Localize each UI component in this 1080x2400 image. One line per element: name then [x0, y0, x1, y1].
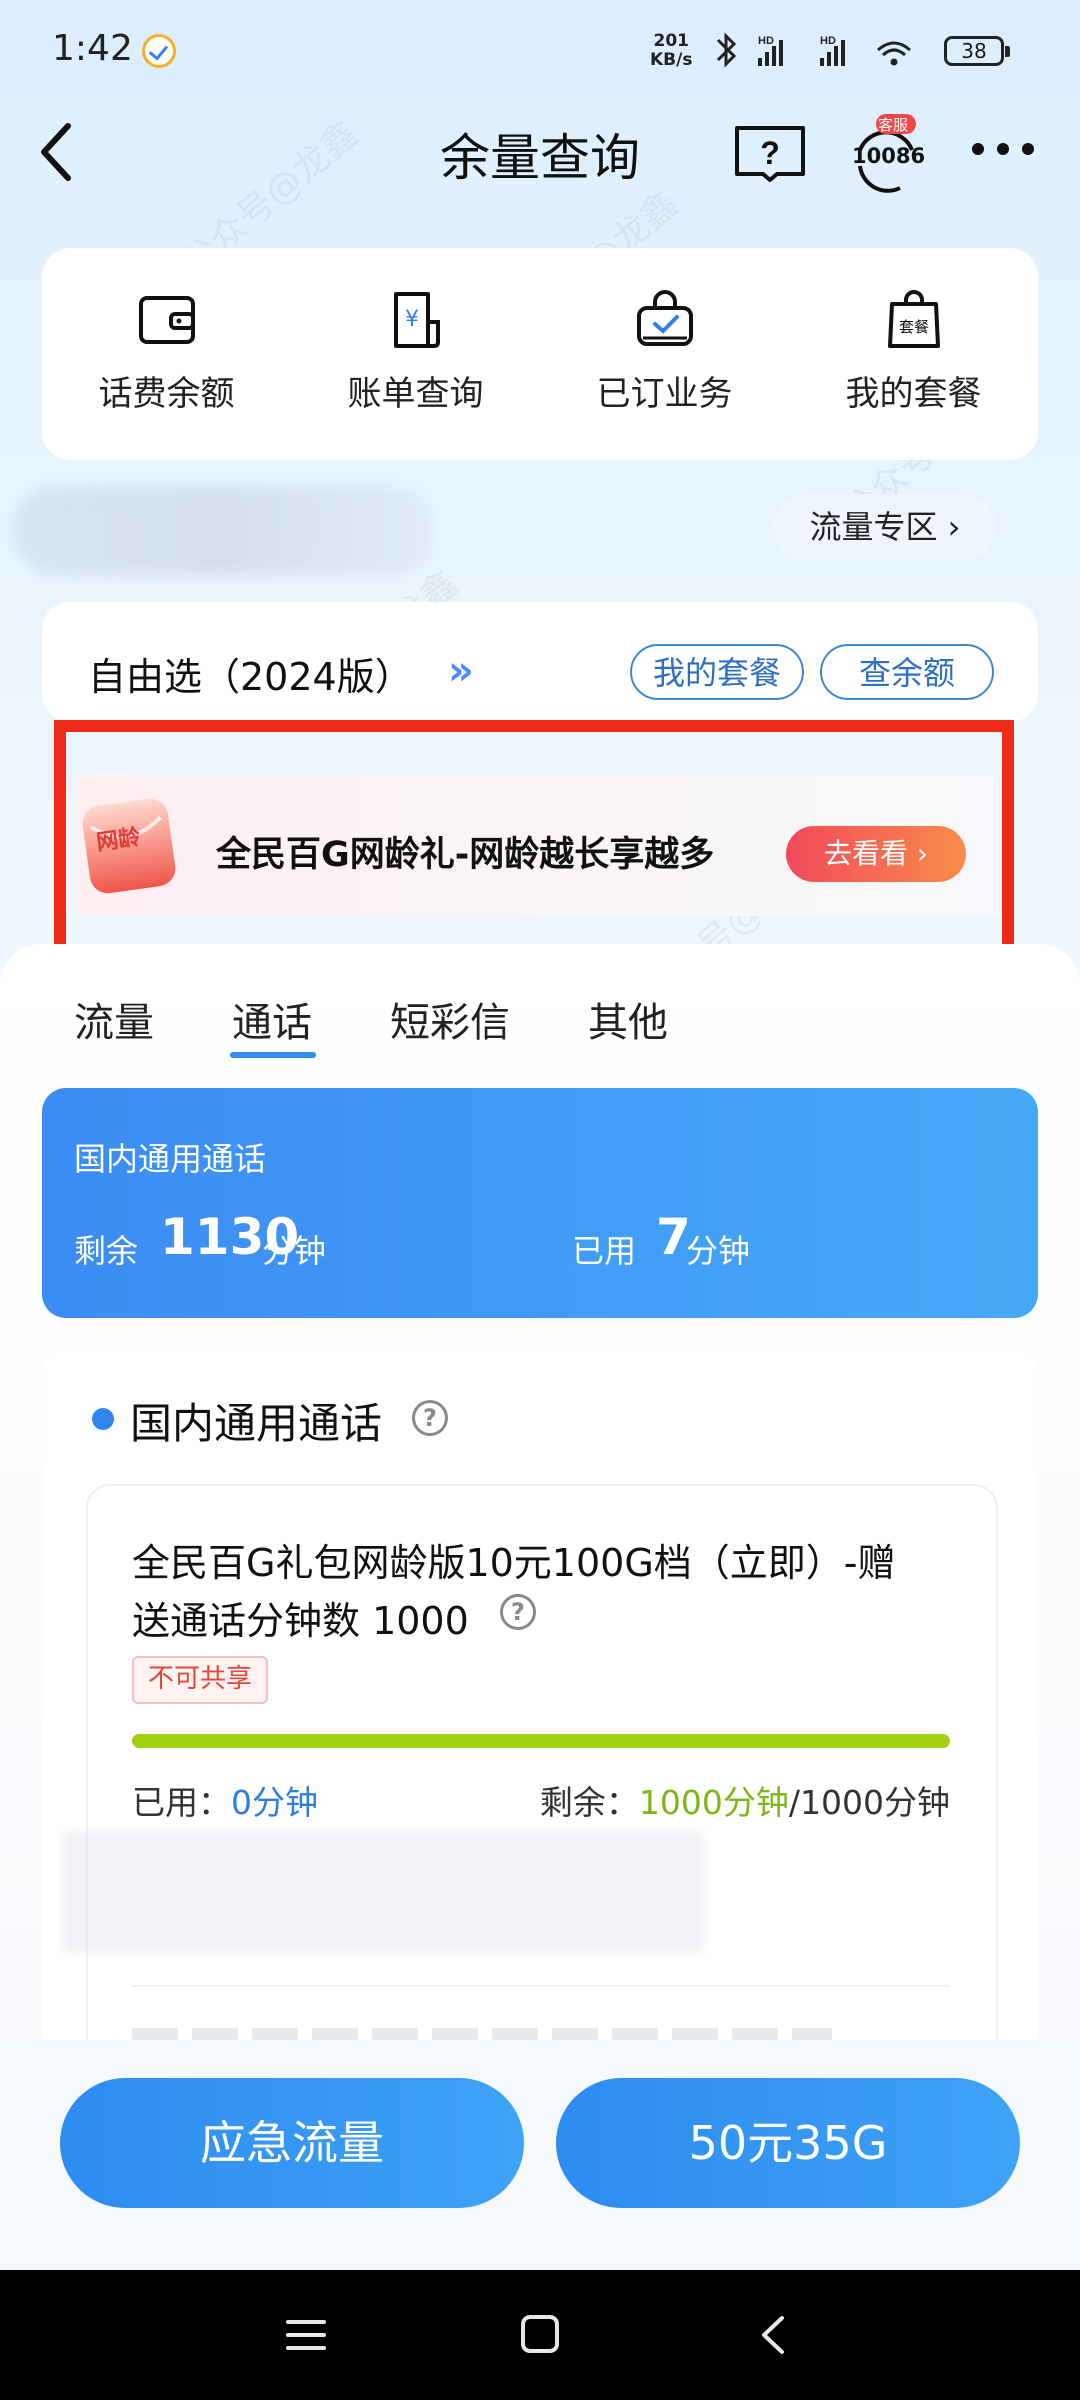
svg-text:¥: ¥	[405, 307, 419, 332]
call-summary-card	[42, 1088, 1038, 1318]
quick-item-label: 话费余额	[98, 374, 235, 414]
more-button[interactable]	[968, 134, 1038, 164]
section-dot	[92, 1408, 114, 1430]
summary-remaining-label: 剩余	[74, 1232, 139, 1270]
quick-item-subscriptions[interactable]: 已订业务	[540, 288, 789, 415]
tab-other[interactable]: 其他	[588, 990, 668, 1048]
usage-progress-bar	[132, 1734, 950, 1748]
home-button[interactable]	[510, 2310, 570, 2360]
data-pack-offer-button[interactable]: 50元35G	[556, 2078, 1020, 2208]
check-balance-button[interactable]: 查余额	[820, 644, 994, 700]
network-speed: 201 KB/s	[650, 32, 692, 70]
package-bag-icon: 套餐	[887, 290, 940, 348]
package-bag-icon-text: 套餐	[898, 318, 928, 336]
quick-item-label: 我的套餐	[845, 374, 982, 414]
redacted-content	[62, 1832, 704, 1952]
network-speed-unit: KB/s	[650, 50, 693, 70]
recent-apps-button[interactable]	[276, 2310, 336, 2360]
summary-used-label: 已用	[572, 1232, 637, 1270]
network-speed-value: 201	[653, 31, 689, 51]
tab-data[interactable]: 流量	[74, 990, 154, 1048]
remaining-value: 1000分钟	[638, 1783, 789, 1822]
wallet-icon	[138, 296, 195, 344]
data-zone-button[interactable]: 流量专区 ›	[774, 494, 996, 560]
detail-section-title: 国内通用通话	[130, 1399, 383, 1448]
bill-icon: ¥	[393, 292, 440, 348]
customer-service-button[interactable]: 客服 10086	[846, 114, 926, 194]
remaining-label: 剩余：	[539, 1783, 639, 1822]
back-triangle-icon	[762, 2316, 784, 2354]
help-circle-icon[interactable]: ?	[412, 1400, 448, 1436]
quick-menu-card: 话费余额 ¥ 账单查询 已订业务 套餐 我的套餐	[42, 248, 1038, 460]
more-dots-icon	[972, 143, 1034, 155]
service-number: 10086	[852, 144, 926, 168]
tab-sms-mms[interactable]: 短彩信	[390, 990, 510, 1048]
help-circle-icon[interactable]: ?	[500, 1594, 536, 1630]
tab-calls[interactable]: 通话	[232, 990, 312, 1048]
not-shareable-tag: 不可共享	[132, 1656, 269, 1704]
package-name-line1: 全民百G礼包网龄版10元100G档（立即）-赠	[132, 1541, 896, 1585]
svg-text:HD: HD	[820, 35, 836, 47]
quick-item-balance[interactable]: 话费余额	[42, 288, 291, 415]
used-value: 0分钟	[231, 1783, 318, 1822]
status-time: 1:42	[52, 28, 133, 69]
signal-status-icons: HD HD	[712, 30, 932, 74]
app-notification-icon	[142, 34, 176, 68]
double-chevron-right-icon[interactable]: »	[448, 648, 474, 694]
bag-check-icon	[636, 290, 693, 346]
summary-title: 国内通用通话	[74, 1140, 267, 1178]
quick-item-label: 账单查询	[347, 374, 484, 414]
quick-item-package[interactable]: 套餐 我的套餐	[789, 288, 1038, 415]
quick-item-label: 已订业务	[596, 374, 733, 414]
remaining-line: 剩余：1000分钟/1000分钟	[530, 1776, 950, 1824]
emergency-data-button[interactable]: 应急流量	[60, 2078, 524, 2208]
help-book-button[interactable]: ?	[733, 122, 807, 182]
svg-text:HD: HD	[758, 35, 774, 47]
help-book-icon: ?	[735, 126, 805, 182]
service-badge: 客服	[878, 116, 909, 134]
active-tab-indicator	[230, 1052, 316, 1058]
divider	[132, 1985, 950, 1987]
highlight-frame	[54, 720, 1014, 964]
my-package-button[interactable]: 我的套餐	[630, 644, 804, 700]
redacted-phone-number	[14, 488, 434, 574]
home-square-icon	[521, 2315, 559, 2353]
used-line: 已用：0分钟	[132, 1776, 318, 1824]
svg-text:?: ?	[760, 135, 780, 171]
quick-item-bill[interactable]: ¥ 账单查询	[291, 288, 540, 415]
used-label: 已用：	[132, 1783, 231, 1822]
bluetooth-signal-wifi-icon: HD HD	[716, 32, 911, 68]
summary-used-unit: 分钟	[686, 1232, 751, 1270]
plan-name[interactable]: 自由选（2024版）	[88, 646, 413, 701]
battery-icon: 38	[944, 36, 1010, 66]
remaining-total: /1000分钟	[788, 1783, 950, 1822]
menu-lines-icon	[286, 2320, 326, 2350]
package-name-line2: 送通话分钟数 1000	[132, 1599, 469, 1643]
system-back-button[interactable]	[744, 2310, 804, 2360]
usage-progress-fill	[132, 1734, 950, 1748]
summary-remaining-unit: 分钟	[262, 1232, 327, 1270]
